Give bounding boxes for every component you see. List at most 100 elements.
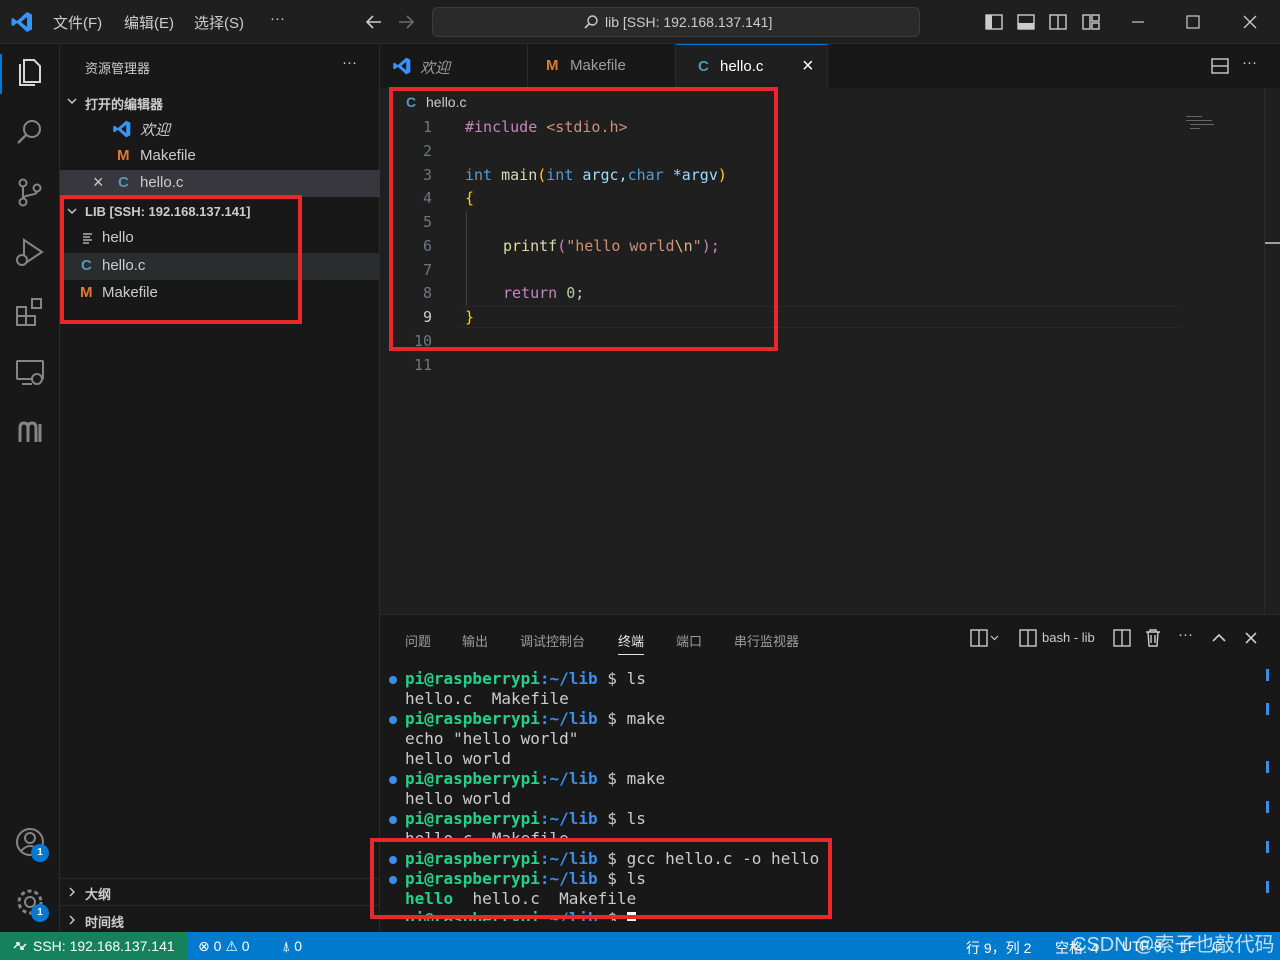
- open-editor-welcome[interactable]: 欢迎: [60, 115, 380, 142]
- c-file-icon: C: [118, 174, 129, 191]
- outline-header[interactable]: 大纲: [60, 878, 380, 905]
- terminal-line: pi@raspberrypi:~/lib $ gcc hello.c -o he…: [405, 849, 820, 868]
- close-editor-icon[interactable]: ×: [93, 172, 104, 193]
- c-file-icon: C: [81, 257, 92, 274]
- close-tab-icon[interactable]: ×: [802, 55, 814, 78]
- menu-more[interactable]: ···: [270, 10, 285, 27]
- open-editor-label: 欢迎: [140, 122, 171, 139]
- command-center-search[interactable]: lib [SSH: 192.168.137.141]: [432, 7, 920, 37]
- file-item-makefile[interactable]: M Makefile: [60, 280, 380, 307]
- terminal-scrollbar[interactable]: [1266, 667, 1270, 933]
- close-panel-icon[interactable]: [1242, 629, 1260, 647]
- command-decoration: [389, 816, 397, 824]
- c-file-icon: C: [406, 94, 417, 110]
- tab-debug-console[interactable]: 调试控制台: [520, 631, 585, 650]
- minimap[interactable]: [1186, 114, 1216, 134]
- explorer-more-button[interactable]: ···: [342, 54, 357, 71]
- terminal-line: hello hello.c Makefile: [405, 889, 637, 908]
- terminal-instance-icon[interactable]: [1019, 629, 1037, 647]
- trash-icon[interactable]: [1144, 628, 1162, 648]
- line-number: 1: [422, 118, 432, 136]
- tab-output[interactable]: 输出: [462, 631, 488, 650]
- tab-hello-c[interactable]: C hello.c ×: [676, 44, 828, 88]
- line-number: 11: [413, 356, 432, 374]
- terminal-line: pi@raspberrypi:~/lib $ ls: [405, 669, 646, 688]
- ports-status[interactable]: ⍋ 0: [282, 938, 302, 955]
- file-lines-icon: [82, 232, 94, 244]
- terminal-line: pi@raspberrypi:~/lib $: [405, 909, 636, 921]
- close-window-icon[interactable]: [1240, 12, 1260, 32]
- toggle-panel-icon[interactable]: [1016, 12, 1036, 32]
- code-line-3: int main(int argc,char *argv): [465, 166, 727, 184]
- menu-file[interactable]: 文件(F): [53, 12, 102, 33]
- terminal-line: pi@raspberrypi:~/lib $ make: [405, 769, 666, 788]
- source-control-icon[interactable]: [12, 174, 48, 210]
- cursor-position[interactable]: 行 9，列 2: [966, 938, 1031, 958]
- problems-status[interactable]: ⊗ 0 ⚠ 0: [198, 938, 250, 955]
- timeline-header[interactable]: 时间线: [60, 906, 380, 933]
- editor-scrollbar[interactable]: [1264, 88, 1280, 614]
- toggle-secondary-sidebar-icon[interactable]: [1048, 12, 1068, 32]
- makefile-icon: M: [117, 147, 130, 164]
- chevron-up-icon[interactable]: [1210, 629, 1228, 647]
- tab-label: 欢迎: [420, 60, 451, 77]
- line-number: 6: [422, 237, 432, 255]
- settings-badge: 1: [31, 904, 49, 922]
- forward-arrow-icon[interactable]: [396, 12, 416, 32]
- extensions-icon[interactable]: [12, 294, 48, 330]
- maximize-icon[interactable]: [1183, 12, 1203, 32]
- folder-header[interactable]: LIB [SSH: 192.168.137.141]: [60, 198, 380, 225]
- tab-problems[interactable]: 问题: [405, 631, 431, 650]
- code-line-8: return 0;: [503, 284, 585, 302]
- status-bar: SSH: 192.168.137.141 ⊗ 0 ⚠ 0 ⍋ 0 行 9，列 2…: [0, 932, 1280, 960]
- active-indicator: [0, 54, 2, 94]
- remote-explorer-icon[interactable]: [12, 354, 48, 390]
- tab-makefile[interactable]: M Makefile: [528, 44, 676, 88]
- split-editor-icon[interactable]: [1210, 56, 1230, 76]
- toggle-sidebar-icon[interactable]: [984, 12, 1004, 32]
- code-editor[interactable]: C hello.c 1 2 3 4 5 6 7 8 9 10 11 #inclu…: [380, 88, 1280, 614]
- bottom-panel: 问题 输出 调试控制台 终端 端口 串行监视器 bash - lib ··· p…: [380, 614, 1280, 932]
- new-terminal-layout-icon[interactable]: [970, 629, 1000, 647]
- remote-indicator[interactable]: SSH: 192.168.137.141: [0, 932, 188, 960]
- line-number: 5: [422, 213, 432, 231]
- platformio-icon[interactable]: [12, 414, 48, 450]
- file-item-hello[interactable]: hello: [60, 225, 380, 252]
- breadcrumb-file[interactable]: hello.c: [426, 94, 466, 110]
- tab-terminal[interactable]: 终端: [618, 631, 645, 655]
- file-label: hello: [102, 229, 134, 246]
- tab-welcome[interactable]: 欢迎: [380, 44, 528, 88]
- panel-more-button[interactable]: ···: [1178, 626, 1193, 643]
- open-editor-hello-c[interactable]: × C hello.c: [60, 170, 380, 197]
- open-editor-makefile[interactable]: M Makefile: [60, 143, 380, 170]
- tab-serial-monitor[interactable]: 串行监视器: [734, 631, 799, 650]
- tab-ports[interactable]: 端口: [676, 631, 702, 650]
- search-view-icon[interactable]: [12, 114, 48, 150]
- warning-count: 0: [241, 938, 250, 954]
- editor-more-button[interactable]: ···: [1242, 54, 1257, 71]
- file-item-hello-c[interactable]: C hello.c: [60, 253, 380, 280]
- search-icon: [583, 14, 599, 30]
- terminal-line: hello.c Makefile: [405, 689, 569, 708]
- run-debug-icon[interactable]: [12, 234, 48, 270]
- split-terminal-icon[interactable]: [1113, 629, 1131, 647]
- makefile-icon: M: [546, 57, 559, 74]
- outline-label: 大纲: [85, 887, 112, 902]
- minimize-icon[interactable]: [1128, 12, 1148, 32]
- open-editors-header[interactable]: 打开的编辑器: [60, 88, 380, 115]
- terminal[interactable]: pi@raspberrypi:~/lib $ ls hello.c Makefi…: [380, 667, 1260, 933]
- command-decoration: [389, 676, 397, 684]
- customize-layout-icon[interactable]: [1081, 12, 1101, 32]
- line-number: 8: [422, 284, 432, 302]
- current-line-highlight: [460, 306, 1180, 328]
- chevron-down-icon: [66, 205, 78, 217]
- menu-selection[interactable]: 选择(S): [194, 12, 244, 33]
- terminal-line: hello.c Makefile: [405, 829, 569, 841]
- file-label: Makefile: [102, 284, 158, 301]
- terminal-name[interactable]: bash - lib: [1042, 630, 1095, 645]
- explorer-icon[interactable]: [12, 54, 48, 90]
- menu-edit[interactable]: 编辑(E): [124, 12, 174, 33]
- back-arrow-icon[interactable]: [364, 12, 384, 32]
- line-number: 7: [422, 261, 432, 279]
- code-line-4: {: [465, 189, 475, 207]
